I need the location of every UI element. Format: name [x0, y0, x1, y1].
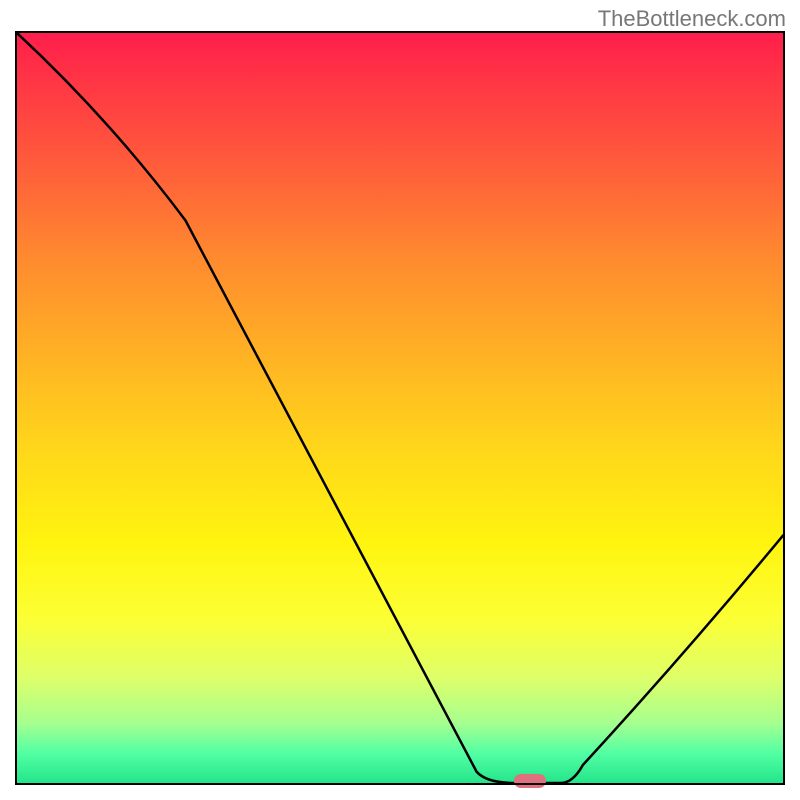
watermark-text: TheBottleneck.com: [598, 6, 786, 32]
chart-marker: [514, 774, 546, 788]
chart-curve: [17, 33, 783, 783]
chart-container: TheBottleneck.com: [0, 0, 800, 800]
